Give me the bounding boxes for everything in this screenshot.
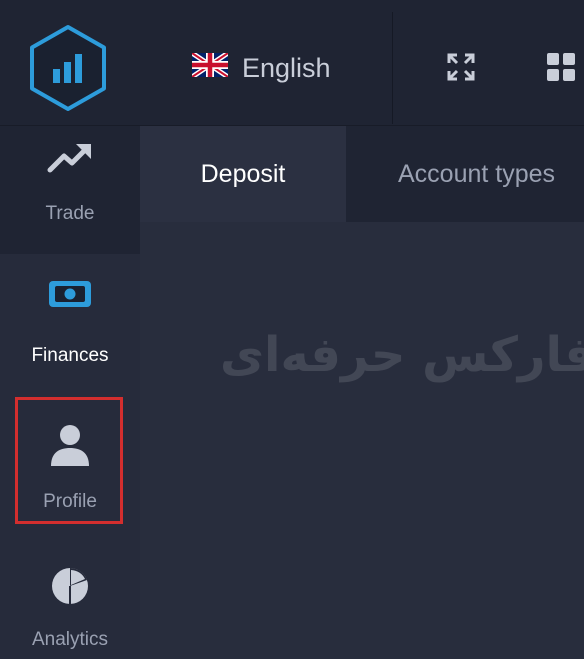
tab-account-types[interactable]: Account types (398, 126, 584, 222)
uk-flag-icon (190, 50, 230, 84)
sidebar-item-profile[interactable]: Profile (0, 422, 140, 532)
top-bar: English (0, 0, 584, 126)
language-label: English (242, 52, 331, 83)
language-selector[interactable]: English (190, 50, 331, 86)
pie-chart-icon (50, 566, 90, 611)
watermark: فارکس حرفه‌ای (220, 300, 584, 410)
watermark-text: فارکس حرفه‌ای (220, 327, 584, 383)
sidebar-item-label: Finances (31, 345, 109, 366)
tab-label: Deposit (200, 159, 286, 188)
user-icon (48, 422, 92, 471)
apps-grid-icon[interactable] (546, 52, 576, 82)
sidebar-item-label: Profile (43, 491, 97, 512)
sidebar-item-label: Analytics (31, 629, 109, 650)
trend-up-icon (46, 140, 94, 181)
header-divider (392, 12, 393, 124)
sidebar-item-finances[interactable]: Finances (0, 280, 140, 390)
sidebar-item-analytics[interactable]: Analytics (0, 566, 140, 659)
sidebar-item-trade[interactable]: Trade (0, 126, 140, 254)
fullscreen-icon[interactable] (446, 52, 476, 82)
sidebar: Trade Finances Profile Analytics (0, 126, 140, 659)
finance-tabs: Deposit Account types (140, 126, 584, 222)
banknote-icon (48, 280, 92, 313)
tab-label: Account types (398, 159, 556, 188)
logo-icon[interactable] (24, 24, 112, 112)
sidebar-item-label: Trade (45, 203, 95, 224)
tab-deposit[interactable]: Deposit (140, 126, 346, 222)
